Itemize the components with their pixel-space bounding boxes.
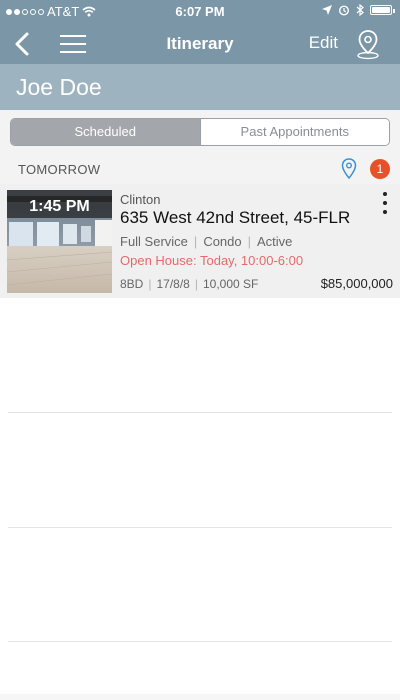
listing-stats: 8BD | 17/8/8 | 10,000 SF xyxy=(120,277,258,291)
separator: | xyxy=(148,277,152,291)
listing-rooms: 17/8/8 xyxy=(156,277,190,291)
listing-meta: Full Service | Condo | Active xyxy=(120,234,292,249)
page-title: Itinerary xyxy=(166,34,234,53)
more-options-icon[interactable] xyxy=(380,192,390,214)
separator: | xyxy=(193,234,198,249)
day-label: TOMORROW xyxy=(18,162,101,177)
appointment-time: 1:45 PM xyxy=(7,196,112,218)
separator: | xyxy=(247,234,252,249)
listing-status: Active xyxy=(257,234,293,249)
edit-button[interactable]: Edit xyxy=(309,33,338,53)
listing-photo: 1:45 PM xyxy=(7,190,112,293)
tab-bar: Scheduled Past Appointments xyxy=(0,110,400,154)
appointment-count-badge: 1 xyxy=(370,159,390,179)
tab-scheduled[interactable]: Scheduled xyxy=(11,119,200,145)
day-section-header: TOMORROW 1 xyxy=(0,154,400,184)
nav-bar: Itinerary Edit xyxy=(0,24,400,64)
bluetooth-icon xyxy=(356,4,364,16)
map-pin-icon[interactable] xyxy=(354,28,382,60)
location-arrow-icon xyxy=(322,5,332,15)
list-divider xyxy=(8,527,392,528)
map-pin-icon[interactable] xyxy=(340,157,358,181)
alarm-icon xyxy=(338,5,350,16)
battery-icon xyxy=(370,5,395,15)
client-name: Joe Doe xyxy=(16,74,102,100)
tab-past-appointments[interactable]: Past Appointments xyxy=(199,119,389,145)
listing-sqft: 10,000 SF xyxy=(202,277,259,291)
listing-type: Condo xyxy=(203,234,242,249)
list-divider xyxy=(8,641,392,642)
bottom-edge xyxy=(0,694,400,700)
listing-neighborhood: Clinton xyxy=(120,192,161,207)
listing-address: 635 West 42nd Street, 45-FLR xyxy=(120,208,351,227)
listing-card[interactable]: 1:45 PM Clinton 635 West 42nd Street, 45… xyxy=(0,184,400,298)
listing-price: $85,000,000 xyxy=(320,276,393,291)
segmented-control: Scheduled Past Appointments xyxy=(10,118,390,146)
open-house-info: Open House: Today, 10:00-6:00 xyxy=(120,253,304,268)
listing-beds: 8BD xyxy=(120,277,144,291)
list-divider xyxy=(8,412,392,413)
listing-service: Full Service xyxy=(120,234,188,249)
separator: | xyxy=(194,277,198,291)
status-bar: AT&T 6:07 PM xyxy=(0,0,400,24)
status-right xyxy=(322,4,395,16)
client-header: Joe Doe xyxy=(0,64,400,110)
